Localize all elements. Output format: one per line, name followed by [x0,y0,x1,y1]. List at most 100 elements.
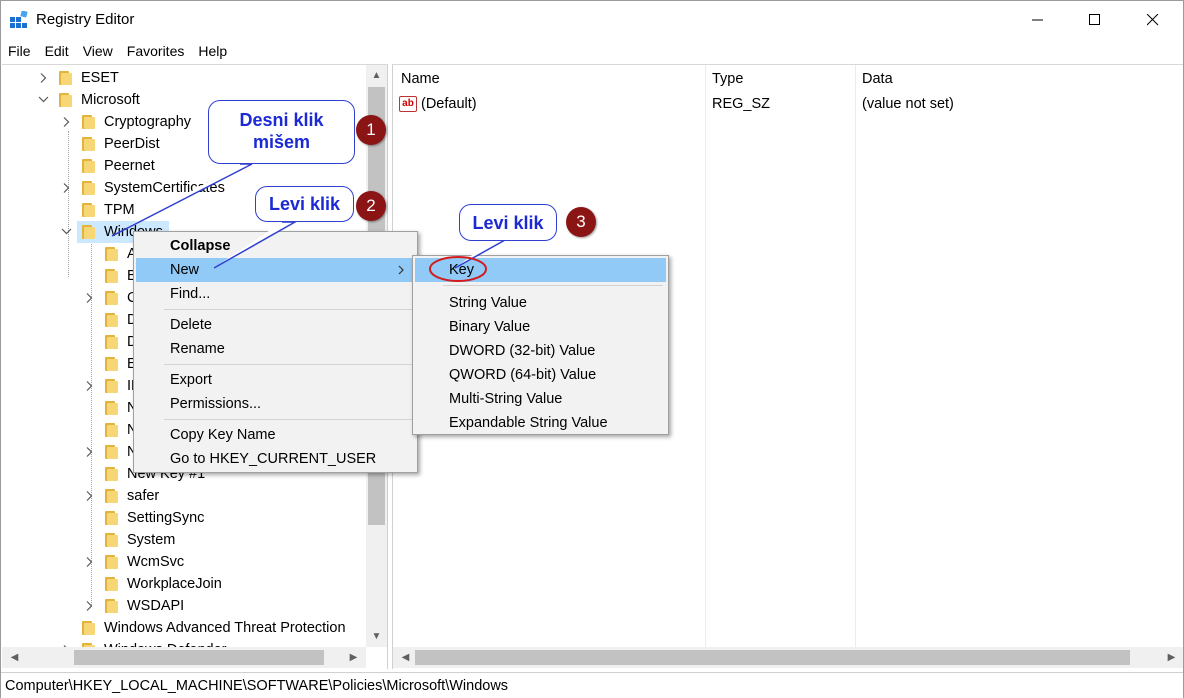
maximize-button[interactable] [1072,1,1118,39]
menu-item-expandable-string-value[interactable]: Expandable String Value [415,411,666,435]
column-header-type[interactable]: Type [712,71,743,87]
folder-icon [59,71,72,85]
title-bar: Registry Editor [1,1,1183,39]
chevron-right-icon[interactable] [61,111,73,133]
chevron-down-icon[interactable] [61,221,73,243]
scroll-right-arrow-icon[interactable]: ▶ [343,647,364,668]
tree-item[interactable]: WSDAPI [2,595,366,617]
folder-icon [105,379,118,393]
scroll-right-arrow-icon[interactable]: ▶ [1161,647,1182,668]
folder-icon [105,445,118,459]
tree-item[interactable]: WcmSvc [2,551,366,573]
menu-item-label: Rename [170,341,225,357]
column-header-data[interactable]: Data [862,71,893,87]
callout-left-click-new: Levi klik [255,186,354,222]
tree-hscroll-thumb[interactable] [74,650,324,665]
tree-item-label: PeerDist [104,136,160,152]
tree-item-label: WorkplaceJoin [127,576,222,592]
chevron-right-icon[interactable] [84,375,96,397]
menu-item-delete[interactable]: Delete [136,313,415,337]
menu-item-string-value[interactable]: String Value [415,291,666,315]
scroll-down-arrow-icon[interactable]: ▼ [366,626,387,647]
list-hscroll-thumb[interactable] [415,650,1130,665]
folder-icon [105,511,118,525]
maximize-icon [1089,14,1100,25]
chevron-right-icon[interactable] [84,441,96,463]
menu-item-qword-64-bit-value[interactable]: QWORD (64-bit) Value [415,363,666,387]
folder-icon [82,621,95,635]
menu-item-copy-key-name[interactable]: Copy Key Name [136,423,415,447]
menu-item-find[interactable]: Find... [136,282,415,306]
folder-icon [105,555,118,569]
folder-icon [82,225,95,239]
minimize-button[interactable] [1015,1,1061,39]
chevron-right-icon[interactable] [38,67,50,89]
scroll-up-arrow-icon[interactable]: ▲ [366,65,387,86]
menu-favorites[interactable]: Favorites [120,40,192,62]
folder-icon [105,467,118,481]
registry-editor-app-icon [10,11,28,28]
tree-horizontal-scrollbar[interactable]: ◀ ▶ [2,647,366,668]
menu-item-label: Go to HKEY_CURRENT_USER [170,451,377,467]
menu-separator [164,309,412,310]
menu-item-new[interactable]: New [136,258,415,282]
chevron-down-icon[interactable] [38,89,50,111]
scroll-left-arrow-icon[interactable]: ◀ [4,647,25,668]
folder-icon [82,159,95,173]
column-divider [855,65,856,647]
tree-item-label: Cryptography [104,114,192,130]
window-title: Registry Editor [36,11,135,28]
folder-icon [82,203,95,217]
folder-icon [105,577,118,591]
menu-item-permissions[interactable]: Permissions... [136,392,415,416]
tree-item-label: WcmSvc [127,554,185,570]
tree-item[interactable]: SettingSync [2,507,366,529]
close-button[interactable] [1130,1,1176,39]
tree-item[interactable]: WorkplaceJoin [2,573,366,595]
menu-item-export[interactable]: Export [136,368,415,392]
chevron-right-icon[interactable] [84,287,96,309]
menu-item-label: Copy Key Name [170,427,276,443]
menu-item-label: Permissions... [170,396,262,412]
menu-item-label: Find... [170,286,211,302]
chevron-right-icon[interactable] [84,595,96,617]
menu-item-rename[interactable]: Rename [136,337,415,361]
context-menu: Collapse New Find... Delete Rename Export Perm… [133,231,418,473]
chevron-right-icon[interactable] [84,485,96,507]
menu-item-binary-value[interactable]: Binary Value [415,315,666,339]
menu-item-label: String Value [449,295,527,311]
menu-separator [164,419,412,420]
menu-item-key[interactable]: Key [415,258,666,282]
menu-item-label: Collapse [170,238,231,254]
tree-item[interactable]: safer [2,485,366,507]
chevron-right-icon[interactable] [61,177,73,199]
menu-item-label: QWORD (64-bit) Value [449,367,597,383]
new-submenu: Key String Value Binary Value DWORD (32-bit… [412,255,669,435]
scroll-left-arrow-icon[interactable]: ◀ [395,647,416,668]
menu-item-go-to-hkey-current-user[interactable]: Go to HKEY_CURRENT_USER [136,447,415,471]
list-horizontal-scrollbar[interactable]: ◀ ▶ [393,647,1183,668]
value-name: (Default) [421,96,477,112]
tree-item[interactable]: Windows Advanced Threat Protection [2,617,366,639]
folder-icon [82,115,95,129]
close-icon [1147,14,1159,26]
menu-view[interactable]: View [76,40,120,62]
menu-item-dword-32-bit-value[interactable]: DWORD (32-bit) Value [415,339,666,363]
menu-edit[interactable]: Edit [38,40,76,62]
menu-item-multi-string-value[interactable]: Multi-String Value [415,387,666,411]
tree-item[interactable]: System [2,529,366,551]
menu-file[interactable]: File [1,40,38,62]
folder-icon [105,599,118,613]
status-path: Computer\HKEY_LOCAL_MACHINE\SOFTWARE\Pol… [5,678,509,694]
folder-icon [82,137,95,151]
tree-item-label: Microsoft [81,92,140,108]
callout-right-click-text: Desni klik mišem [239,110,324,152]
step-badge-3: 3 [566,207,596,237]
menu-item-collapse[interactable]: Collapse [136,234,415,258]
menu-item-label: Delete [170,317,212,333]
chevron-right-icon[interactable] [84,551,96,573]
tree-item[interactable]: ESET [2,67,366,89]
folder-icon [105,533,118,547]
menu-help[interactable]: Help [191,40,234,62]
column-header-name[interactable]: Name [401,71,440,87]
